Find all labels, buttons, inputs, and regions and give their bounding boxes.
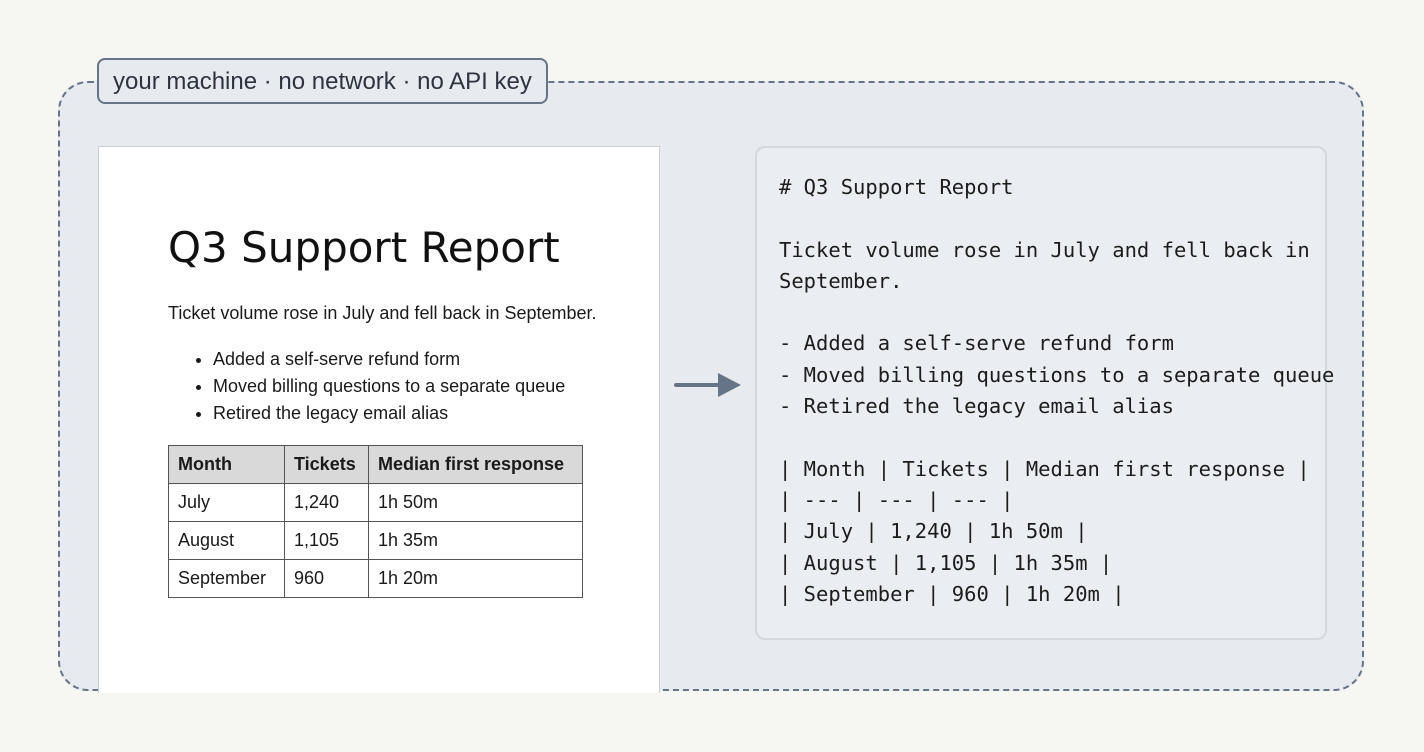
document-bullet-list: Added a self-serve refund form Moved bil… [168, 346, 565, 427]
source-document: Q3 Support Report Ticket volume rose in … [98, 146, 660, 693]
table-header-row: Month Tickets Median first response [168, 445, 583, 484]
bullet-item: Retired the legacy email alias [213, 400, 565, 427]
markdown-line: | --- | --- | --- | [779, 487, 1014, 512]
markdown-line: - Moved billing questions to a separate … [779, 362, 1335, 387]
boundary-label: your machine · no network · no API key [97, 58, 548, 104]
table-cell: 1h 35m [368, 521, 583, 560]
markdown-line: - Retired the legacy email alias [779, 394, 1174, 419]
table-cell: 1h 50m [368, 483, 583, 522]
markdown-line: | Month | Tickets | Median first respons… [779, 456, 1310, 481]
table-row: August 1,105 1h 35m [168, 521, 583, 560]
table-row: July 1,240 1h 50m [168, 483, 583, 522]
markdown-line: # Q3 Support Report [779, 175, 1014, 199]
table-cell: July [168, 483, 285, 522]
markdown-line [779, 203, 1334, 234]
bullet-item: Added a self-serve refund form [213, 346, 565, 373]
document-table: Month Tickets Median first response July… [168, 445, 583, 598]
table-header-cell: Tickets [284, 445, 369, 484]
document-intro: Ticket volume rose in July and fell back… [168, 303, 597, 323]
markdown-output-panel: # Q3 Support Report Ticket volume rose in… [755, 146, 1334, 640]
markdown-lines: # Q3 Support Report Ticket volume rose in… [779, 172, 1334, 610]
markdown-line [779, 422, 1334, 453]
table-cell: 960 [284, 559, 369, 598]
markdown-line: - Added a self-serve refund form [779, 331, 1174, 356]
document-title: Q3 Support Report [168, 223, 560, 272]
table-cell: 1,240 [284, 483, 369, 522]
diagram-canvas: your machine · no network · no API key Q… [0, 0, 1424, 752]
table-header-cell: Month [168, 445, 285, 484]
markdown-line: | August | 1,105 | 1h 35m | [779, 550, 1113, 575]
table-row: September 960 1h 20m [168, 559, 583, 598]
table-cell: September [168, 559, 285, 598]
markdown-line: | July | 1,240 | 1h 50m | [779, 519, 1088, 544]
table-header-cell: Median first response [368, 445, 583, 484]
bullet-item: Moved billing questions to a separate qu… [213, 373, 565, 400]
markdown-line: | September | 960 | 1h 20m | [779, 581, 1125, 606]
table-cell: 1,105 [284, 521, 369, 560]
markdown-line [779, 297, 1334, 328]
right-arrow-icon [674, 373, 741, 397]
table-cell: 1h 20m [368, 559, 583, 598]
markdown-line: Ticket volume rose in July and fell back… [779, 237, 1310, 262]
table-cell: August [168, 521, 285, 560]
markdown-line: September. [779, 268, 903, 293]
